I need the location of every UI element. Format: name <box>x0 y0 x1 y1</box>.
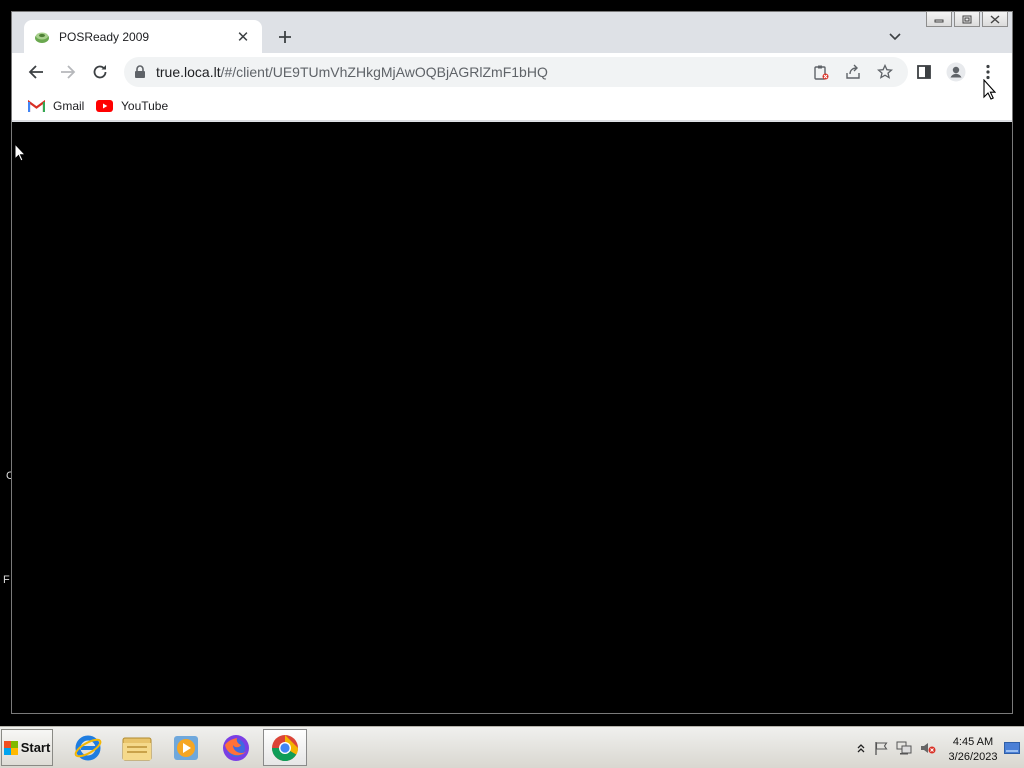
gmail-icon <box>28 99 45 112</box>
bookmark-label: Gmail <box>53 99 85 113</box>
bookmark-star-button[interactable] <box>874 62 896 82</box>
browser-window: POSReady 2009 ✕ true.loca.lt/#/client/UE… <box>11 11 1013 714</box>
side-panel-button[interactable] <box>910 58 938 86</box>
tab-search-button[interactable] <box>884 26 906 48</box>
bookmark-label: YouTube <box>121 99 169 113</box>
clock-date: 3/26/2023 <box>948 751 998 763</box>
mouse-cursor-icon <box>983 79 996 100</box>
taskbar-internet-explorer[interactable] <box>66 729 110 766</box>
media-player-icon <box>174 735 198 760</box>
page-content[interactable] <box>12 122 1012 713</box>
internet-explorer-icon <box>74 735 102 760</box>
share-icon <box>846 64 860 79</box>
clock-time: 4:45 AM <box>952 736 994 748</box>
start-button[interactable]: Start <box>1 729 53 766</box>
close-tab-icon[interactable]: ✕ <box>234 28 252 46</box>
url-path: /#/client/UE9TUmVhZHkgMjAwOQBjAGRlZmF1bH… <box>220 64 548 80</box>
url-host: true.loca.lt <box>156 64 221 80</box>
star-icon <box>877 64 893 79</box>
close-icon <box>990 14 1000 24</box>
kebab-menu-icon <box>986 64 990 80</box>
volume-muted-icon <box>921 743 936 754</box>
flag-icon <box>875 742 888 755</box>
chevron-up-icon <box>857 744 865 753</box>
new-tab-button[interactable] <box>274 26 296 48</box>
browser-toolbar: true.loca.lt/#/client/UE9TUmVhZHkgMjAwOQ… <box>12 53 1012 91</box>
tab-strip: POSReady 2009 ✕ <box>12 11 1012 53</box>
taskbar-file-explorer[interactable] <box>115 729 159 766</box>
browser-tab[interactable]: POSReady 2009 ✕ <box>24 20 262 53</box>
address-bar[interactable]: true.loca.lt/#/client/UE9TUmVhZHkgMjAwOQ… <box>124 57 908 87</box>
bookmarks-bar: Gmail YouTube <box>12 91 1012 121</box>
taskbar: Start 4:45 AM 3/26/2023 <box>0 726 1024 768</box>
side-panel-icon <box>917 65 931 79</box>
url-text[interactable]: true.loca.lt/#/client/UE9TUmVhZHkgMjAwOQ… <box>156 64 548 80</box>
close-window-button[interactable] <box>982 11 1008 27</box>
desktop-edge-glyph: F <box>3 574 10 586</box>
minimize-button[interactable] <box>926 11 952 27</box>
youtube-icon <box>96 100 113 112</box>
share-button[interactable] <box>842 62 864 82</box>
clipboard-blocked-button[interactable] <box>810 62 832 82</box>
profile-avatar-icon <box>946 62 966 82</box>
back-button[interactable] <box>22 58 50 86</box>
arrow-right-icon <box>61 65 76 79</box>
arrow-left-icon <box>28 65 43 79</box>
mouse-cursor-icon <box>14 143 26 162</box>
system-tray: 4:45 AM 3/26/2023 <box>849 729 1024 767</box>
file-explorer-icon <box>122 737 152 760</box>
network-button[interactable] <box>896 740 912 756</box>
profile-button[interactable] <box>942 58 970 86</box>
action-center-button[interactable] <box>873 740 889 756</box>
start-label: Start <box>20 740 51 755</box>
forward-button[interactable] <box>54 58 82 86</box>
show-hidden-icons-button[interactable] <box>853 740 869 756</box>
taskbar-media-player[interactable] <box>164 729 208 766</box>
network-icon <box>896 741 912 755</box>
firefox-icon <box>223 734 249 761</box>
show-desktop-icon <box>1004 742 1020 754</box>
tab-title: POSReady 2009 <box>59 29 150 44</box>
taskbar-chrome[interactable] <box>263 729 307 766</box>
clipboard-blocked-icon <box>814 65 829 80</box>
reload-button[interactable] <box>86 58 114 86</box>
reload-icon <box>93 65 107 79</box>
windows-flag-icon <box>3 740 18 755</box>
minimize-icon <box>934 19 944 23</box>
bookmark-youtube[interactable]: YouTube <box>96 96 168 116</box>
clock[interactable]: 4:45 AM 3/26/2023 <box>945 735 1001 765</box>
chrome-icon <box>272 734 299 761</box>
window-controls <box>924 11 1008 27</box>
restore-icon <box>962 15 972 23</box>
taskbar-firefox[interactable] <box>214 729 258 766</box>
restore-button[interactable] <box>954 11 980 27</box>
chevron-down-icon <box>889 33 901 41</box>
lock-icon[interactable] <box>134 65 146 79</box>
show-desktop-button[interactable] <box>1003 740 1021 756</box>
posready-favicon-icon <box>35 32 49 43</box>
plus-icon <box>279 31 291 43</box>
bookmark-gmail[interactable]: Gmail <box>28 96 84 116</box>
volume-button[interactable] <box>920 740 936 756</box>
